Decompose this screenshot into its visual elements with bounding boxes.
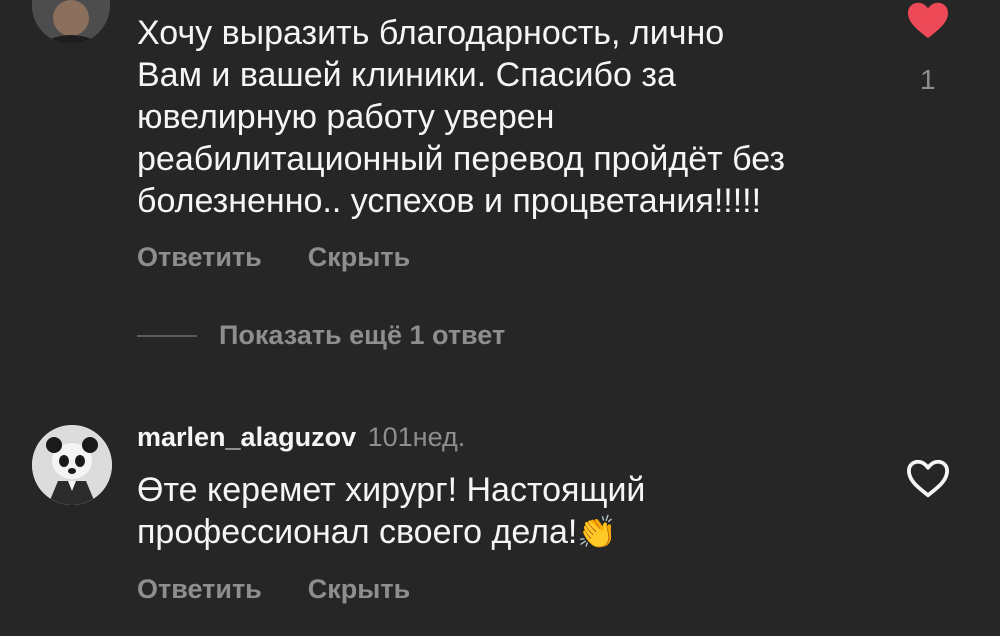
hide-button[interactable]: Скрыть [308, 242, 410, 273]
heart-outline-icon[interactable] [905, 457, 951, 499]
hide-button[interactable]: Скрыть [308, 574, 410, 605]
comment-actions: Ответить Скрыть [137, 574, 410, 605]
divider-line [137, 334, 197, 337]
clapping-hands-emoji: 👏 [577, 514, 618, 550]
comment-text-body: Өте керемет хирург! Настоящий профессион… [137, 471, 646, 551]
reply-button[interactable]: Ответить [137, 574, 262, 605]
comment-actions: Ответить Скрыть [137, 242, 410, 273]
show-more-replies-label[interactable]: Показать ещё 1 ответ [219, 320, 505, 351]
comment-text: Өте керемет хирург! Настоящий профессион… [137, 469, 877, 553]
timestamp: 101нед. [367, 422, 466, 452]
commenter-avatar[interactable] [32, 425, 112, 505]
commenter-avatar[interactable] [32, 0, 110, 44]
comment-text: Хочу выразить благодарность, лично Вам и… [137, 14, 786, 220]
reply-button[interactable]: Ответить [137, 242, 262, 273]
comment-header: marlen_alaguzov 101нед. [137, 422, 465, 453]
heart-filled-icon[interactable] [906, 0, 950, 40]
like-count: 1 [920, 64, 936, 95]
show-more-replies[interactable]: Показать ещё 1 ответ [137, 320, 505, 351]
username[interactable]: marlen_alaguzov [137, 422, 356, 452]
